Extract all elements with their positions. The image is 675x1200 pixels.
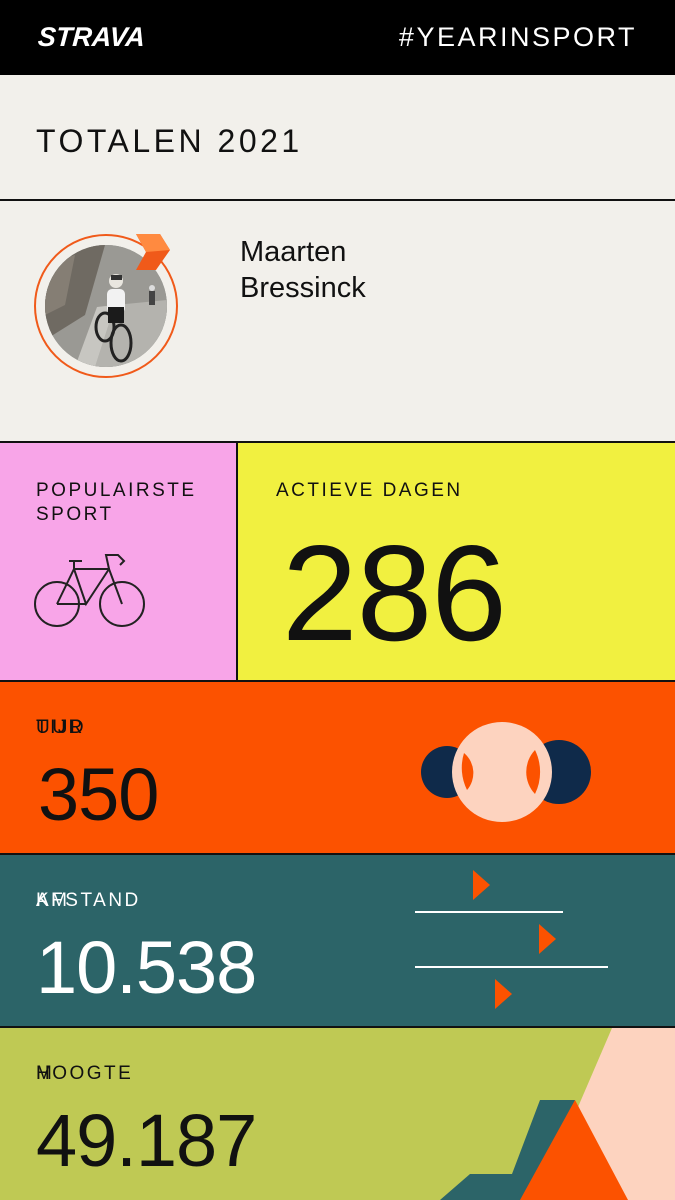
header-bar: STRAVA #YEARINSPORT — [0, 0, 675, 75]
active-days-value: 286 — [282, 517, 507, 669]
time-value: 350 — [38, 753, 159, 836]
avatar-ring — [34, 234, 178, 378]
elevation-unit: M — [36, 1063, 55, 1084]
title-section: TOTALEN 2021 — [0, 75, 675, 201]
popular-sport-tile: POPULAIRSTE SPORT — [0, 443, 238, 682]
circles-graphic — [421, 722, 591, 822]
popular-sport-label-line1: POPULAIRSTE — [36, 480, 197, 501]
elevation-tile: HOOGTE M 49.187 — [0, 1028, 675, 1200]
page-title: TOTALEN 2021 — [36, 123, 303, 159]
arrows-graphic — [415, 870, 608, 1009]
distance-tile: AFSTAND KM 10.538 — [0, 855, 675, 1028]
time-tile: TIJD UUR 350 — [0, 682, 675, 855]
active-days-tile: ACTIEVE DAGEN 286 — [238, 443, 675, 682]
badge-icon — [132, 232, 172, 281]
popular-sport-label-line2: SPORT — [36, 504, 114, 525]
athlete-first-name: Maarten — [240, 236, 347, 268]
active-days-label: ACTIEVE DAGEN — [276, 480, 463, 501]
athlete-name: Maarten Bressinck — [240, 234, 366, 306]
road-bike-icon — [34, 549, 148, 634]
profile-section: Maarten Bressinck — [0, 201, 675, 443]
distance-value: 10.538 — [36, 926, 257, 1009]
elevation-value: 49.187 — [36, 1099, 257, 1182]
strava-logo: STRAVA — [36, 22, 147, 52]
hashtag-text: #YEARINSPORT — [398, 22, 637, 52]
popular-sport-label: POPULAIRSTE SPORT — [36, 479, 197, 527]
athlete-last-name: Bressinck — [240, 272, 366, 304]
